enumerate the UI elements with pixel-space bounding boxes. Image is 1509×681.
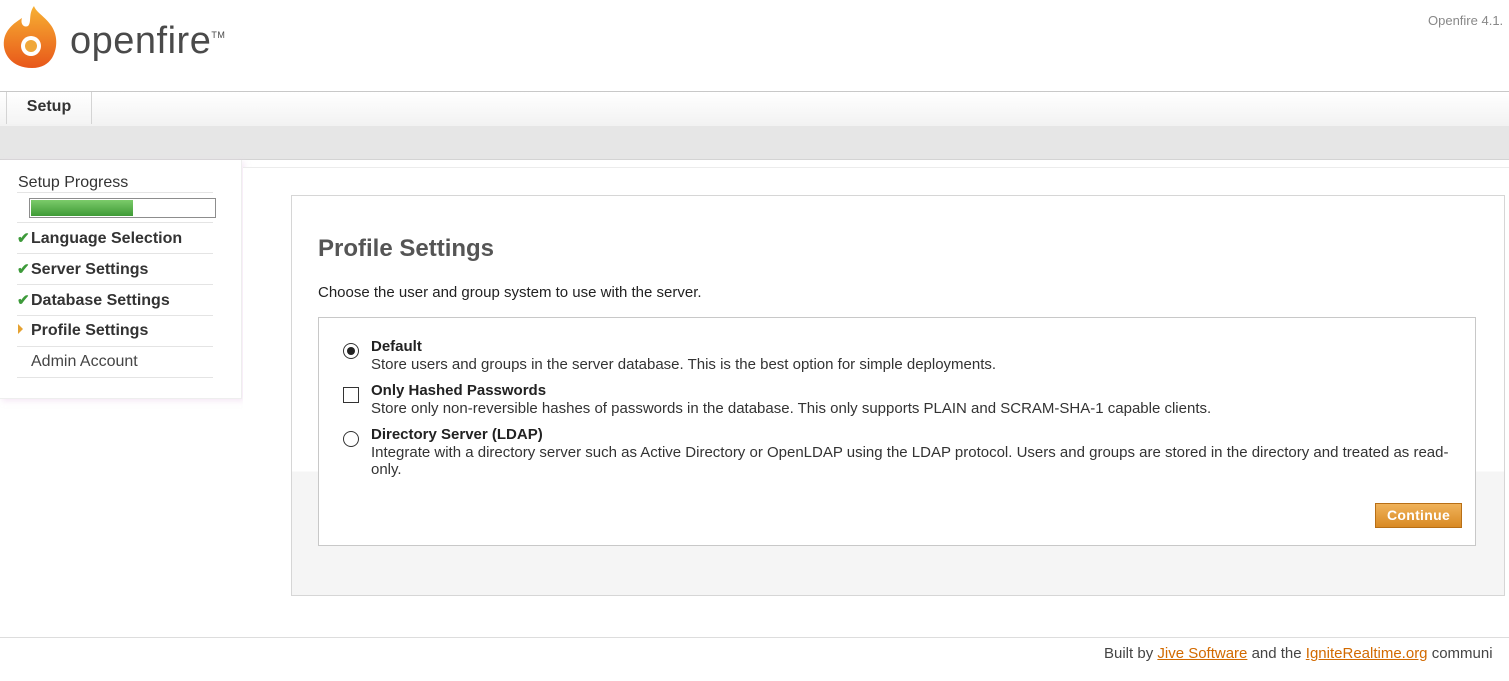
option-title-hashed-passwords: Only Hashed Passwords <box>371 382 547 399</box>
sidebar: Setup Progress ✔Language Selection ✔Serv… <box>0 160 242 399</box>
sidebar-item-label: Server Settings <box>31 261 149 278</box>
divider <box>17 315 213 316</box>
option-desc-hashed-passwords: Store only non-reversible hashes of pass… <box>371 400 1212 417</box>
subnav-bar <box>0 126 1509 160</box>
checkmark-icon: ✔ <box>17 292 30 309</box>
sidebar-item-label: Database Settings <box>31 292 170 309</box>
logo-tm: TM <box>211 30 226 40</box>
tab-setup[interactable]: Setup <box>6 92 92 124</box>
divider <box>17 284 213 285</box>
sidebar-title: Setup Progress <box>18 174 129 191</box>
option-title-ldap: Directory Server (LDAP) <box>371 426 543 443</box>
setup-progress-bar <box>29 198 216 218</box>
version-label: Openfire 4.1. <box>1428 13 1504 28</box>
sidebar-item-label: Profile Settings <box>31 322 149 339</box>
jive-software-link[interactable]: Jive Software <box>1157 645 1247 662</box>
checkmark-icon: ✔ <box>17 230 30 247</box>
sidebar-item-database-settings[interactable]: ✔Database Settings <box>17 291 170 310</box>
sidebar-item-profile-settings: Profile Settings <box>17 322 148 340</box>
divider <box>17 253 213 254</box>
footer-prefix: Built by <box>1104 645 1158 662</box>
footer-middle: and the <box>1247 645 1306 662</box>
header: openfireTM Openfire 4.1. <box>0 0 1509 91</box>
footer-divider <box>0 637 1509 638</box>
setup-progress-fill <box>31 200 133 216</box>
divider <box>17 222 213 223</box>
option-desc-ldap: Integrate with a directory server such a… <box>371 444 1449 478</box>
divider <box>17 377 213 378</box>
current-step-arrow-icon <box>18 323 23 334</box>
sidebar-item-label: Language Selection <box>31 230 183 247</box>
sidebar-item-language-selection[interactable]: ✔Language Selection <box>17 229 182 248</box>
ldap-radio[interactable] <box>343 431 359 447</box>
checkmark-icon: ✔ <box>17 261 30 278</box>
intro-text: Choose the user and group system to use … <box>318 284 702 301</box>
footer: Built by Jive Software and the IgniteRea… <box>1104 645 1493 662</box>
option-desc-default: Store users and groups in the server dat… <box>371 356 997 373</box>
divider <box>17 192 213 193</box>
sidebar-item-label: Admin Account <box>31 353 138 370</box>
hashed-passwords-checkbox[interactable] <box>343 387 359 403</box>
sidebar-item-server-settings[interactable]: ✔Server Settings <box>17 260 148 279</box>
default-radio[interactable] <box>343 343 359 359</box>
page-title: Profile Settings <box>318 235 495 262</box>
option-title-default: Default <box>371 338 422 355</box>
logo-text: openfireTM <box>70 20 226 62</box>
sidebar-item-admin-account: Admin Account <box>17 353 138 371</box>
divider <box>17 346 213 347</box>
igniterealtime-link[interactable]: IgniteRealtime.org <box>1306 645 1428 662</box>
tab-bar: Setup <box>0 91 1509 127</box>
footer-suffix: communi <box>1427 645 1493 662</box>
continue-button[interactable]: Continue <box>1375 503 1462 528</box>
